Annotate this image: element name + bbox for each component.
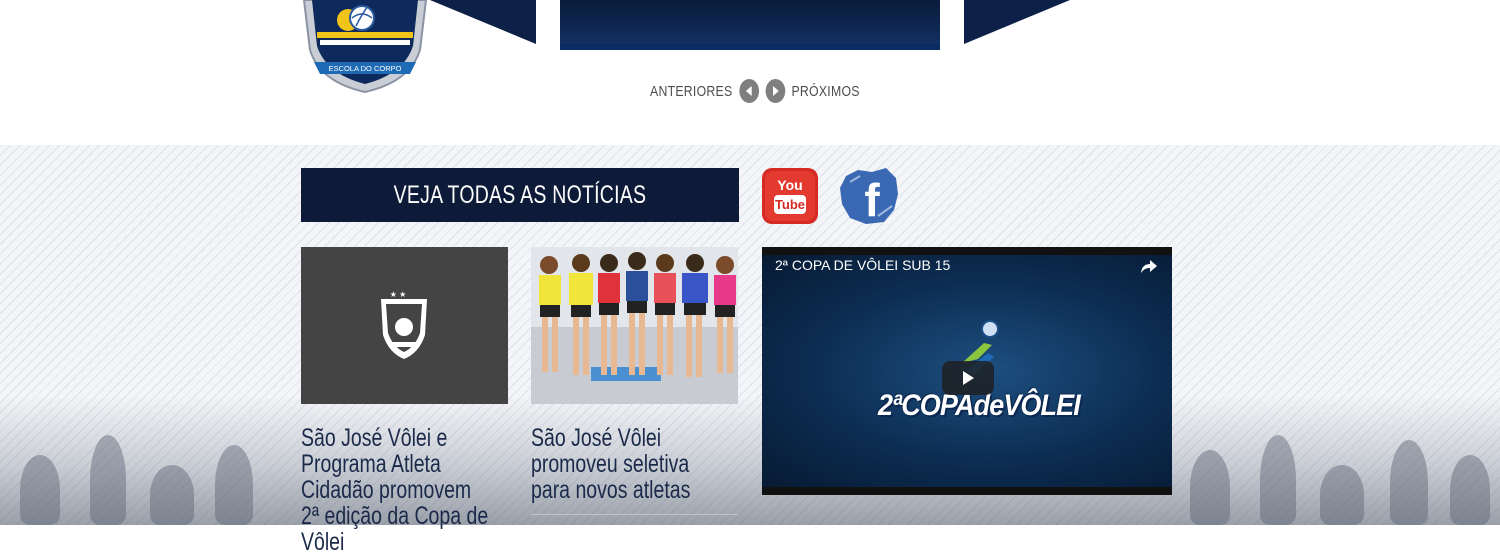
youtube-top-text: You	[777, 177, 802, 193]
news-card-title[interactable]: São José Vôlei e Programa Atleta Cidadão…	[301, 425, 488, 555]
slider-pager: ANTERIORES PRÓXIMOS	[650, 78, 860, 104]
svg-text:★ ★: ★ ★	[390, 290, 407, 299]
youtube-icon[interactable]: You Tube	[762, 168, 818, 224]
chevron-left-icon	[745, 86, 752, 96]
previous-label[interactable]: ANTERIORES	[650, 83, 732, 100]
news-card-image[interactable]: ★ ★	[301, 247, 508, 404]
crowd-background-photo	[0, 395, 1500, 525]
next-button[interactable]	[765, 79, 785, 103]
slide-current-image[interactable]	[560, 0, 940, 50]
card-divider	[531, 514, 738, 515]
share-icon[interactable]	[1140, 257, 1158, 275]
chevron-right-icon	[772, 86, 779, 96]
slide-previous-thumbnail[interactable]	[430, 0, 536, 44]
club-crest-icon: ★ ★	[381, 290, 427, 359]
next-label[interactable]: PRÓXIMOS	[791, 83, 859, 100]
facebook-icon[interactable]: f	[838, 166, 902, 226]
facebook-letter: f	[864, 174, 880, 226]
slide-next-thumbnail[interactable]	[964, 0, 1070, 44]
news-card-image[interactable]	[531, 247, 738, 404]
play-icon	[963, 371, 974, 385]
all-news-button[interactable]: VEJA TODAS AS NOTÍCIAS	[301, 168, 739, 222]
video-thumbnail[interactable]: 2ªCOPAdeVÔLEI	[762, 255, 1172, 487]
video-title[interactable]: 2ª COPA DE VÔLEI SUB 15	[775, 257, 950, 273]
school-crest-logo[interactable]: ESCOLA DO CORPO	[300, 0, 430, 95]
logo-label: ESCOLA DO CORPO	[329, 64, 402, 73]
play-button[interactable]	[942, 361, 994, 395]
previous-button[interactable]	[738, 79, 759, 103]
all-news-label: VEJA TODAS AS NOTÍCIAS	[393, 180, 647, 209]
team-photo	[531, 247, 738, 404]
youtube-video-embed[interactable]: 2ªCOPAdeVÔLEI 2ª COPA DE VÔLEI SUB 15	[762, 247, 1172, 495]
youtube-bottom-text: Tube	[775, 197, 805, 212]
news-card-title[interactable]: São José Vôlei promoveu seletiva para no…	[531, 425, 718, 503]
